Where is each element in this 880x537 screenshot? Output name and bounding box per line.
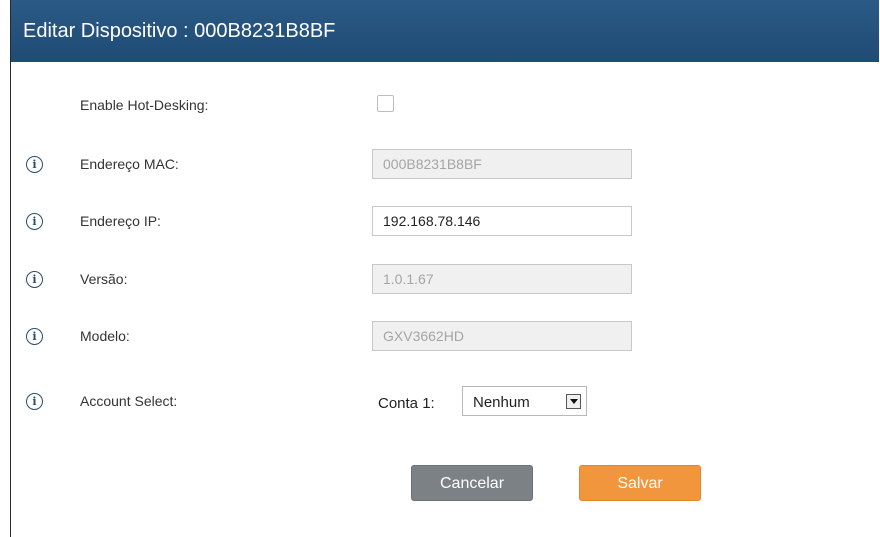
version-field: 1.0.1.67 (372, 264, 632, 294)
chevron-down-icon[interactable] (566, 394, 581, 409)
dialog-title: Editar Dispositivo : 000B8231B8BF (11, 0, 879, 62)
model-label: Modelo: (80, 328, 130, 344)
row-version: i Versão: 1.0.1.67 (11, 264, 879, 298)
row-mac-address: i Endereço MAC: 000B8231B8BF (11, 149, 879, 183)
hot-desking-checkbox[interactable] (377, 95, 394, 112)
info-icon[interactable]: i (26, 271, 43, 288)
info-icon[interactable]: i (26, 328, 43, 345)
row-hot-desking: Enable Hot-Desking: (11, 90, 879, 124)
model-field: GXV3662HD (372, 321, 632, 351)
ip-address-input[interactable]: 192.168.78.146 (372, 206, 632, 236)
row-model: i Modelo: GXV3662HD (11, 321, 879, 355)
row-ip-address: i Endereço IP: 192.168.78.146 (11, 206, 879, 240)
ip-address-label: Endereço IP: (80, 213, 161, 229)
account-select-value: Nenhum (473, 394, 530, 411)
info-icon[interactable]: i (26, 393, 43, 410)
version-label: Versão: (80, 271, 128, 287)
save-button[interactable]: Salvar (579, 465, 701, 501)
cancel-button[interactable]: Cancelar (411, 465, 533, 501)
mac-address-label: Endereço MAC: (80, 156, 179, 172)
hot-desking-label: Enable Hot-Desking: (80, 97, 209, 113)
info-icon[interactable]: i (26, 213, 43, 230)
conta-1-label: Conta 1: (378, 395, 435, 412)
account-select-dropdown[interactable]: Nenhum (462, 386, 587, 416)
edit-device-dialog: Editar Dispositivo : 000B8231B8BF Enable… (10, 0, 879, 537)
info-icon[interactable]: i (26, 156, 43, 173)
row-account-select: i Account Select: Conta 1: Nenhum (11, 386, 879, 422)
account-select-label: Account Select: (80, 393, 178, 409)
mac-address-field: 000B8231B8BF (372, 149, 632, 179)
